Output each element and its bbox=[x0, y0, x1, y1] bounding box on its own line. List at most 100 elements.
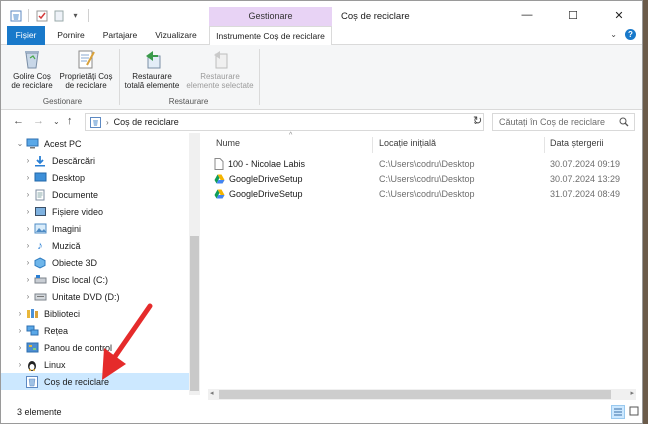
horizontal-scrollbar-thumb[interactable] bbox=[219, 390, 611, 399]
tab-share[interactable]: Partajare bbox=[98, 26, 142, 45]
file-row[interactable]: GoogleDriveSetup C:\Users\codru\Desktop … bbox=[214, 186, 634, 201]
pictures-icon bbox=[33, 223, 47, 235]
file-row[interactable]: 100 - Nicolae Labis C:\Users\codru\Deskt… bbox=[214, 156, 634, 171]
expand-chevron-icon[interactable]: › bbox=[15, 326, 25, 335]
expand-chevron-icon[interactable]: › bbox=[15, 309, 25, 318]
help-icon[interactable]: ? bbox=[625, 29, 636, 40]
tab-home[interactable]: Pornire bbox=[51, 26, 91, 45]
properties-icon bbox=[78, 50, 95, 69]
expand-chevron-icon[interactable]: › bbox=[23, 258, 33, 267]
nav-item-this-pc[interactable]: ⌄ Acest PC bbox=[1, 135, 189, 152]
new-folder-icon[interactable] bbox=[52, 9, 65, 22]
nav-item-local-disk[interactable]: › Disc local (C:) bbox=[1, 271, 189, 288]
minimize-button[interactable]: — bbox=[504, 1, 550, 29]
scroll-right-icon[interactable]: ▸ bbox=[630, 389, 634, 397]
breadcrumb-current[interactable]: Coș de reciclare bbox=[114, 117, 179, 127]
details-view-button[interactable] bbox=[611, 405, 625, 419]
column-divider[interactable] bbox=[544, 137, 545, 153]
nav-label: Desktop bbox=[52, 172, 86, 183]
address-bar[interactable]: › Coș de reciclare ⌄ bbox=[85, 113, 484, 131]
nav-item-desktop[interactable]: › Desktop bbox=[1, 169, 189, 186]
expand-chevron-icon[interactable]: › bbox=[15, 360, 25, 369]
file-name: GoogleDriveSetup bbox=[229, 188, 303, 199]
chevron-down-icon[interactable]: ⌄ bbox=[610, 30, 617, 39]
address-row: ← → ⌄ ↑ › Coș de reciclare ⌄ ↻ Căutați î… bbox=[1, 111, 642, 133]
restore-selected-label-1: Restaurare bbox=[200, 72, 240, 81]
music-icon: ♪ bbox=[37, 239, 43, 252]
nav-item-3d-objects[interactable]: › Obiecte 3D bbox=[1, 254, 189, 271]
horizontal-scrollbar[interactable]: ◂ ▸ bbox=[208, 389, 636, 400]
nav-item-pictures[interactable]: › Imagini bbox=[1, 220, 189, 237]
expand-chevron-icon[interactable]: › bbox=[23, 207, 33, 216]
nav-label: Biblioteci bbox=[44, 308, 81, 319]
collapse-chevron-icon[interactable]: ⌄ bbox=[15, 139, 25, 148]
expand-chevron-icon[interactable]: › bbox=[23, 156, 33, 165]
tab-file[interactable]: Fișier bbox=[7, 26, 45, 45]
column-header-date[interactable]: Data ștergerii bbox=[550, 138, 604, 148]
up-arrow-icon[interactable]: ↑ bbox=[67, 115, 73, 127]
properties-check-icon[interactable] bbox=[35, 9, 48, 22]
sort-ascending-icon: ^ bbox=[289, 132, 293, 139]
search-icon bbox=[619, 117, 629, 127]
restore-all-button[interactable]: Restaurare totală elemente bbox=[122, 48, 182, 90]
breadcrumb-separator-icon: › bbox=[106, 117, 109, 127]
tab-view[interactable]: Vizualizare bbox=[149, 26, 203, 45]
expand-chevron-icon[interactable]: › bbox=[23, 173, 33, 182]
nav-label: Disc local (C:) bbox=[52, 274, 109, 285]
recycle-bin-small-icon bbox=[9, 9, 22, 22]
recycle-bin-empty-icon bbox=[25, 51, 39, 69]
column-header-name[interactable]: Nume bbox=[216, 138, 240, 148]
nav-item-downloads[interactable]: › Descărcări bbox=[1, 152, 189, 169]
desktop-icon bbox=[33, 172, 47, 184]
group-label-manage: Gestionare bbox=[42, 97, 83, 106]
qat-divider-2 bbox=[88, 9, 89, 22]
nav-item-music[interactable]: › ♪ Muzică bbox=[1, 237, 189, 254]
tab-recycle-bin-tools[interactable]: Instrumente Coș de reciclare bbox=[209, 26, 332, 46]
nav-item-documents[interactable]: › Documente bbox=[1, 186, 189, 203]
nav-label: Linux bbox=[44, 359, 66, 370]
nav-label: Acest PC bbox=[44, 138, 82, 149]
empty-recycle-bin-button[interactable]: Golire Coș de reciclare bbox=[9, 48, 55, 90]
expand-chevron-icon[interactable]: › bbox=[23, 224, 33, 233]
large-icons-view-button[interactable] bbox=[628, 405, 642, 419]
forward-arrow-icon[interactable]: → bbox=[33, 115, 44, 127]
refresh-icon[interactable]: ↻ bbox=[473, 114, 482, 127]
search-box[interactable]: Căutați în Coș de reciclare bbox=[492, 113, 635, 131]
qat-customize-icon[interactable]: ▾ bbox=[69, 9, 82, 22]
restore-selected-button[interactable]: Restaurare elemente selectate bbox=[185, 48, 255, 90]
control-panel-icon bbox=[25, 342, 39, 354]
group-divider bbox=[119, 49, 120, 105]
restore-selected-icon bbox=[214, 51, 228, 69]
close-button[interactable]: ✕ bbox=[596, 1, 642, 29]
nav-label: Documente bbox=[52, 189, 99, 200]
column-header-location[interactable]: Locație inițială bbox=[379, 138, 436, 148]
expand-chevron-icon[interactable]: › bbox=[23, 190, 33, 199]
expand-chevron-icon[interactable]: › bbox=[23, 241, 33, 250]
expand-chevron-icon[interactable]: › bbox=[15, 343, 25, 352]
scroll-left-icon[interactable]: ◂ bbox=[210, 389, 214, 397]
expand-chevron-icon[interactable]: › bbox=[23, 275, 33, 284]
group-divider-2 bbox=[259, 49, 260, 105]
nav-label: Obiecte 3D bbox=[52, 257, 98, 268]
ribbon-tabs: Fișier Pornire Partajare Vizualizare Ins… bbox=[1, 26, 642, 46]
back-arrow-icon[interactable]: ← bbox=[13, 115, 24, 127]
annotation-arrow-icon bbox=[102, 303, 153, 380]
google-drive-icon bbox=[214, 174, 225, 183]
nav-label: Fișiere video bbox=[52, 206, 104, 217]
nav-scrollbar[interactable] bbox=[189, 133, 200, 395]
recent-locations-chevron-icon[interactable]: ⌄ bbox=[53, 117, 60, 126]
recycle-bin-properties-button[interactable]: Proprietăți Coș de reciclare bbox=[56, 48, 116, 90]
quick-access-toolbar: ▾ bbox=[9, 9, 91, 22]
expand-chevron-icon[interactable]: › bbox=[23, 292, 33, 301]
nav-item-videos[interactable]: › Fișiere video bbox=[1, 203, 189, 220]
libraries-icon bbox=[25, 308, 39, 320]
nav-scrollbar-thumb[interactable] bbox=[190, 236, 199, 391]
document-file-icon bbox=[214, 157, 224, 170]
column-divider[interactable] bbox=[372, 137, 373, 153]
group-label-restore: Restaurare bbox=[168, 97, 209, 106]
nav-label: Descărcări bbox=[52, 155, 96, 166]
maximize-button[interactable]: ☐ bbox=[550, 1, 596, 29]
empty-recycle-bin-label-1: Golire Coș bbox=[13, 72, 51, 81]
file-row[interactable]: GoogleDriveSetup C:\Users\codru\Desktop … bbox=[214, 171, 634, 186]
nav-label: Imagini bbox=[52, 223, 82, 234]
